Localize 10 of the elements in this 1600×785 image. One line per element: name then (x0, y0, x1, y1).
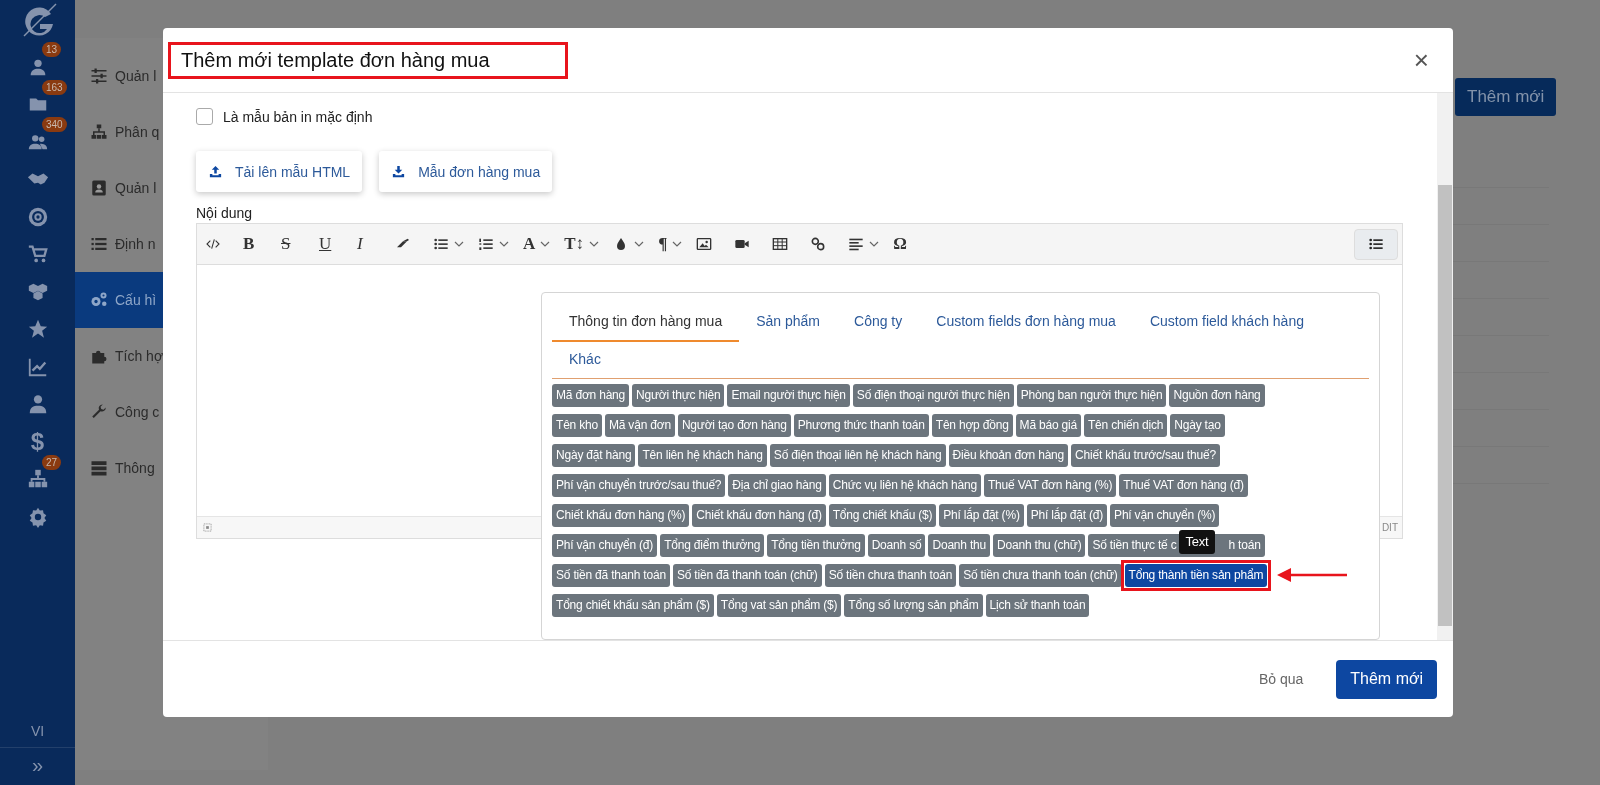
field-label: Nội dung (196, 205, 254, 223)
checkbox-label: Là mẫu bản in mặc định (223, 108, 373, 125)
count-badge: 163 (42, 79, 67, 95)
dialog-title: Thêm mới template đơn hàng mua (168, 41, 568, 79)
count-badge: 27 (42, 454, 62, 470)
language-label: VI (30, 722, 45, 741)
count-badge: 340 (42, 117, 67, 132)
editor-status: DIT (1381, 522, 1398, 533)
count-badge: 13 (42, 42, 62, 57)
tooltip: Text (1179, 530, 1215, 554)
